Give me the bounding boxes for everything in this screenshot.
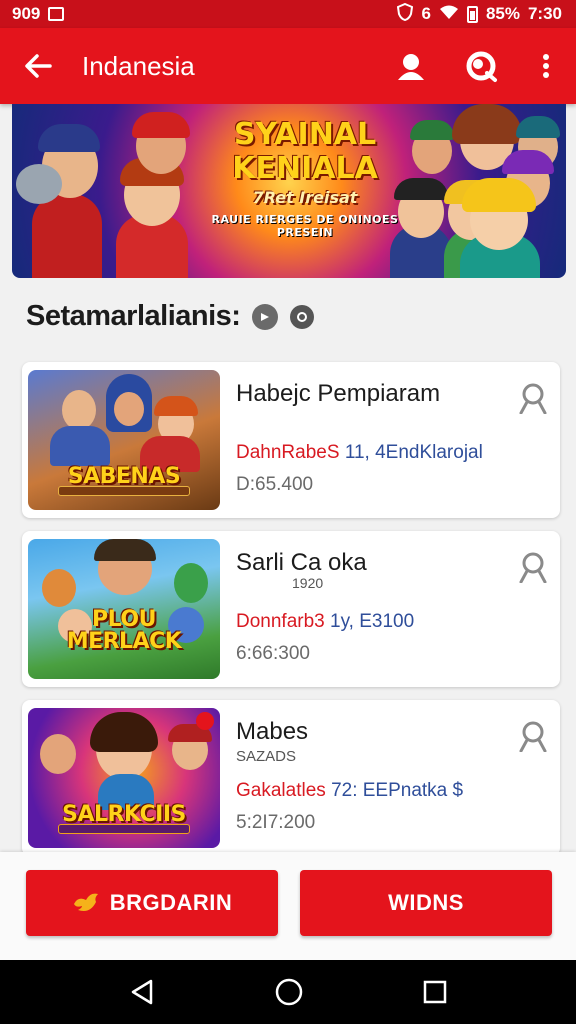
profile-button[interactable] — [376, 28, 446, 104]
game-name: Habejc Pempiaram — [236, 380, 441, 407]
banner-line-3: 7Ret Ireisat — [252, 188, 358, 207]
character-hair — [452, 104, 522, 144]
character-hair — [410, 120, 454, 140]
primary-action-label: BRGDARIN — [109, 890, 233, 915]
game-price: DahnRabeS 11, 4EndKlarojal — [236, 442, 483, 464]
primary-action-button[interactable]: BRGDARIN — [26, 870, 278, 936]
user-icon[interactable] — [518, 720, 548, 752]
character-face — [174, 563, 208, 603]
profile-icon — [398, 54, 424, 80]
price-value: 1y, E3100 — [330, 611, 415, 632]
nav-recents-icon[interactable] — [423, 980, 447, 1004]
more-vert-icon — [543, 54, 549, 78]
game-subtitle: 1920 — [292, 575, 324, 591]
status-bar: 909 6 85% 7:30 — [0, 0, 576, 28]
character-face — [114, 392, 144, 426]
character-hair — [462, 178, 536, 212]
game-name: Sarli Ca oka — [236, 549, 367, 576]
game-meta: D:65.400 — [236, 474, 314, 495]
banner-line-4: RAUIE RIERGES DE ONINOES PRESEIN — [211, 213, 399, 239]
price-value: 11, 4EndKlarojal — [344, 442, 483, 463]
more-options-button[interactable] — [516, 28, 576, 104]
game-logo: SALRKCIIS — [62, 802, 186, 827]
game-price: Gakalatles 72: EEPnatka $ — [236, 780, 463, 802]
status-left-text: 909 — [12, 4, 41, 23]
character-hair — [132, 112, 190, 138]
back-arrow-icon — [25, 54, 52, 78]
game-logo: PLOU MERLACK — [66, 607, 182, 654]
character-figure — [32, 194, 102, 278]
game-meta: 5:2I7:200 — [236, 812, 316, 833]
game-name: Mabes — [236, 718, 309, 745]
character-hair — [502, 150, 554, 174]
game-price: Donnfarb3 1y, E3100 — [236, 611, 414, 633]
banner-line-1: SYAINAL — [233, 117, 377, 152]
filter-icon[interactable] — [290, 304, 315, 329]
wifi-icon — [439, 4, 459, 25]
banner-line-2: KENIALA — [232, 151, 378, 186]
game-thumbnail: PLOU MERLACK — [28, 539, 220, 679]
sync-button[interactable] — [446, 28, 516, 104]
game-thumbnail: SABENAS — [28, 370, 220, 510]
gallery-icon — [48, 7, 65, 21]
secondary-action-label: WIDNS — [388, 890, 464, 915]
price-label: Donnfarb3 — [236, 611, 325, 632]
bottom-action-bar: BRGDARIN WIDNS — [0, 852, 576, 960]
shield-icon — [397, 2, 414, 26]
clock: 7:30 — [527, 4, 562, 23]
game-logo: SABENAS — [67, 464, 181, 489]
system-nav-bar — [0, 960, 576, 1024]
game-card[interactable]: PLOU MERLACK Sarli Ca oka 1920 Donnfarb3… — [22, 531, 560, 687]
info-icon[interactable] — [252, 303, 279, 330]
battery-icon — [466, 5, 478, 23]
character-hair — [90, 712, 158, 752]
character-figure — [50, 426, 110, 466]
character-hat — [38, 124, 100, 152]
banner-headline: SYAINAL KENIALA 7Ret Ireisat RAUIE RIERG… — [210, 117, 400, 240]
promo-banner[interactable]: SYAINAL KENIALA 7Ret Ireisat RAUIE RIERG… — [12, 104, 566, 278]
section-title: Setamarlalianis: — [26, 300, 241, 332]
character-face — [42, 569, 76, 607]
price-label: Gakalatles — [236, 780, 326, 801]
page-title: Indanesia — [82, 50, 195, 81]
user-icon[interactable] — [518, 551, 548, 583]
bird-icon — [73, 893, 98, 911]
secondary-action-button[interactable]: WIDNS — [300, 870, 552, 936]
character-face — [62, 390, 96, 430]
sync-icon — [466, 51, 497, 82]
character-face — [40, 734, 76, 774]
battery-percent: 85% — [485, 4, 520, 23]
game-card[interactable]: SALRKCIIS Mabes SAZADS Gakalatles 72: EE… — [22, 700, 560, 856]
user-icon[interactable] — [518, 382, 548, 414]
back-button[interactable] — [0, 28, 76, 104]
game-meta: 6:66:300 — [236, 643, 310, 664]
section-header: Setamarlalianis: — [26, 300, 315, 333]
badge-dot — [196, 712, 214, 730]
nav-home-icon[interactable] — [274, 977, 304, 1007]
character-shield — [16, 164, 62, 204]
game-subtitle: SAZADS — [236, 748, 297, 765]
character-hair — [94, 539, 156, 561]
signal-text: 6 — [421, 4, 431, 23]
nav-back-icon[interactable] — [129, 978, 155, 1006]
price-label: DahnRabeS — [236, 442, 340, 463]
character-hair — [516, 116, 560, 138]
character-hair — [394, 178, 448, 200]
game-thumbnail: SALRKCIIS — [28, 708, 220, 848]
app-bar: Indanesia — [0, 28, 576, 104]
price-value: 72: EEPnatka $ — [331, 780, 464, 801]
character-hair — [154, 396, 198, 416]
game-card[interactable]: SABENAS Habejc Pempiaram DahnRabeS 11, 4… — [22, 362, 560, 518]
